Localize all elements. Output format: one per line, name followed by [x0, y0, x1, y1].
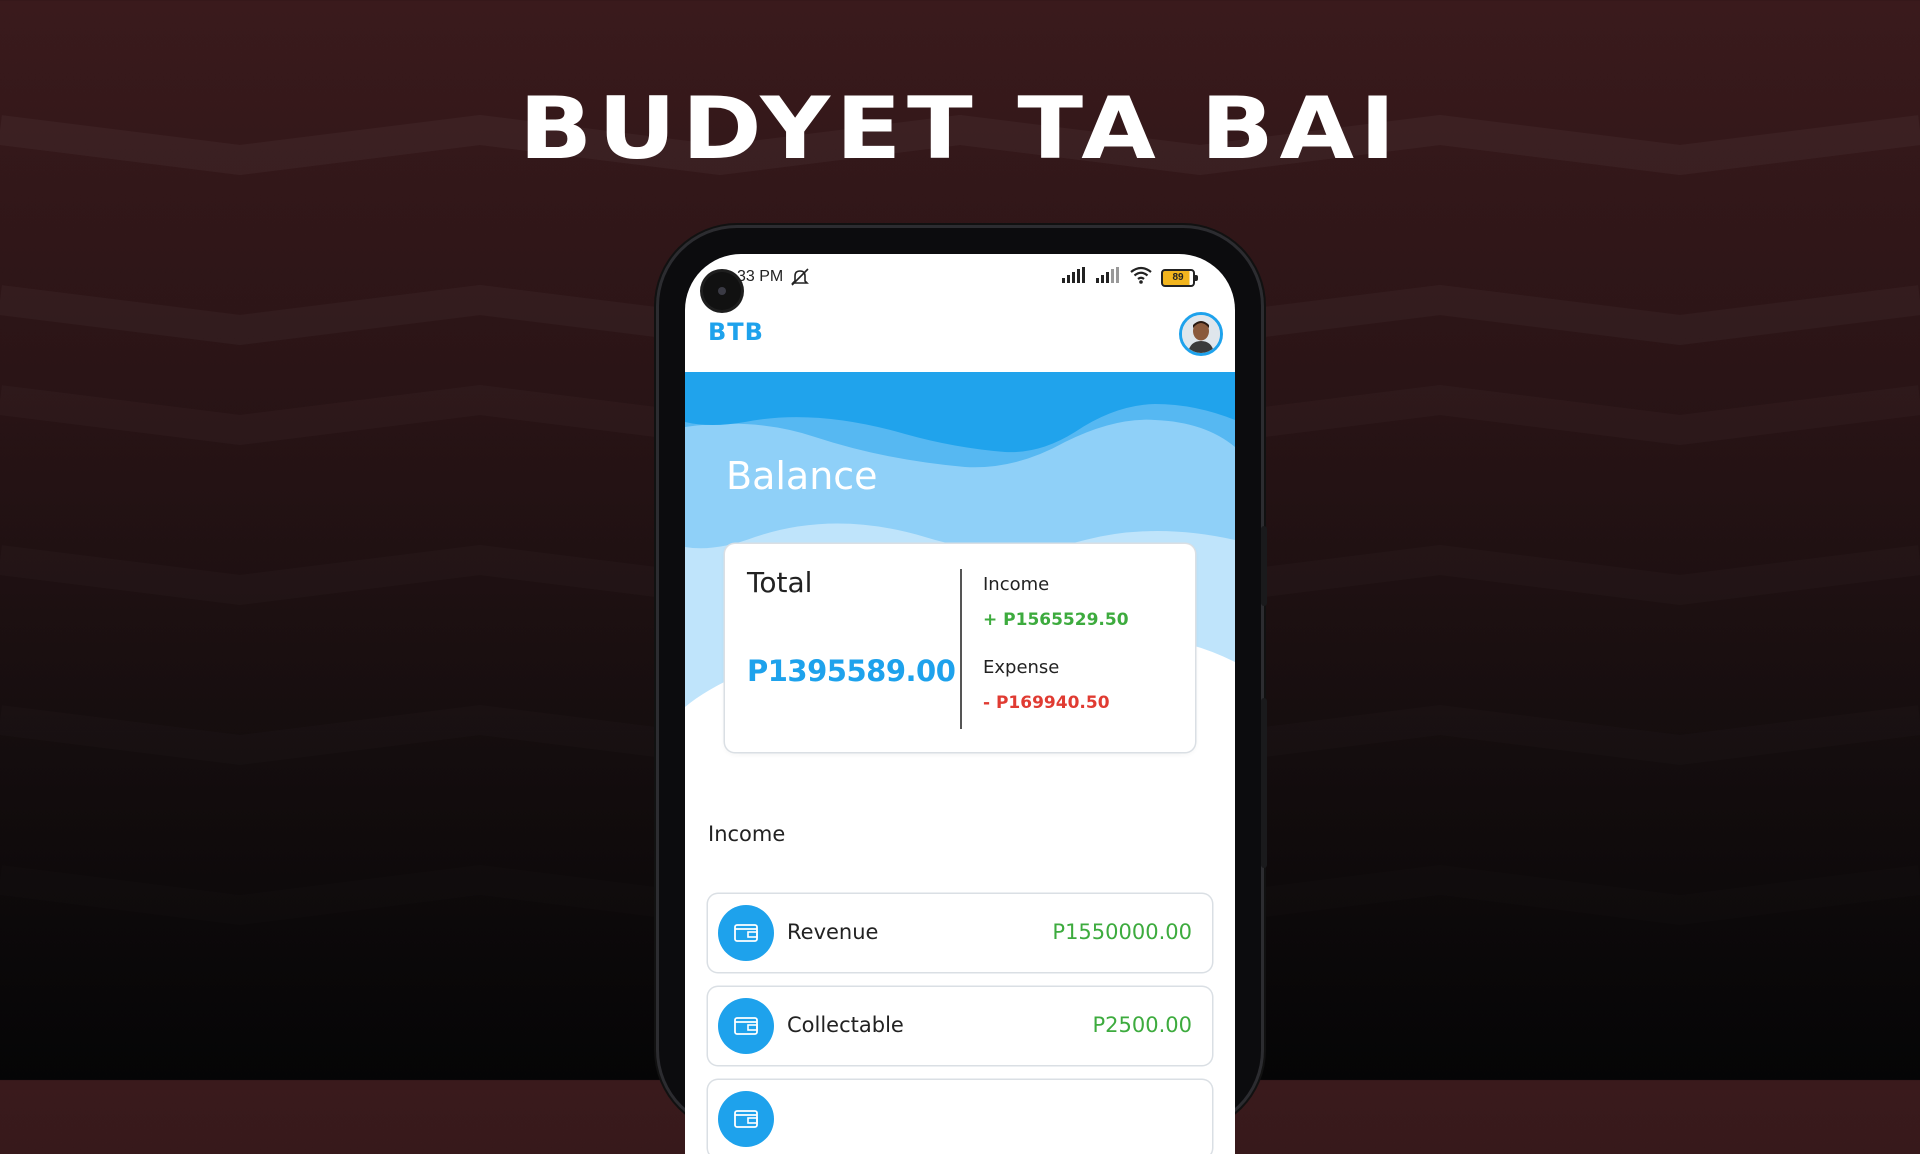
avatar[interactable] — [1179, 312, 1223, 356]
signal-icon — [1095, 267, 1121, 288]
income-section-title: Income — [708, 822, 786, 846]
mute-icon — [789, 267, 811, 292]
wallet-icon — [718, 905, 774, 961]
balance-title: Balance — [726, 454, 878, 498]
page-title: BUDYET TA BAI — [518, 79, 1402, 179]
app-bar: BTB — [685, 302, 1235, 372]
wifi-icon — [1129, 266, 1153, 289]
total-label: Total — [747, 566, 813, 599]
item-amount: P2500.00 — [1092, 1013, 1192, 1037]
battery-icon: 89 — [1161, 268, 1198, 287]
balance-card: Total P1395589.00 Income + P1565529.50 E… — [725, 544, 1195, 752]
phone-side-button — [1261, 526, 1267, 606]
expense-label: Expense — [983, 657, 1060, 678]
wallet-icon — [718, 998, 774, 1054]
status-bar: 33 PM 89 — [685, 254, 1235, 302]
list-item[interactable]: Revenue P1550000.00 — [708, 894, 1212, 972]
item-amount: P1550000.00 — [1052, 920, 1192, 944]
list-item[interactable]: Collectable P2500.00 — [708, 987, 1212, 1065]
front-camera — [703, 272, 741, 310]
income-expense-panel: Income + P1565529.50 Expense - P169940.5… — [983, 544, 1183, 752]
list-item[interactable] — [708, 1080, 1212, 1154]
signal-icon — [1061, 267, 1087, 288]
item-name: Collectable — [787, 1013, 904, 1037]
app-screen: 33 PM 89 BTB Balance Total P1395589.00 I… — [685, 254, 1235, 1154]
income-label: Income — [983, 574, 1050, 595]
phone-side-button — [1261, 698, 1267, 868]
expense-value: - P169940.50 — [983, 693, 1110, 713]
card-divider — [960, 569, 962, 729]
item-name: Revenue — [787, 920, 879, 944]
wallet-icon — [718, 1091, 774, 1147]
app-brand: BTB — [708, 318, 764, 346]
status-time: 33 PM — [737, 268, 784, 285]
total-panel: Total P1395589.00 — [747, 544, 957, 752]
total-value: P1395589.00 — [747, 654, 956, 688]
income-value: + P1565529.50 — [983, 610, 1129, 630]
phone-mockup: 33 PM 89 BTB Balance Total P1395589.00 I… — [659, 228, 1267, 1154]
